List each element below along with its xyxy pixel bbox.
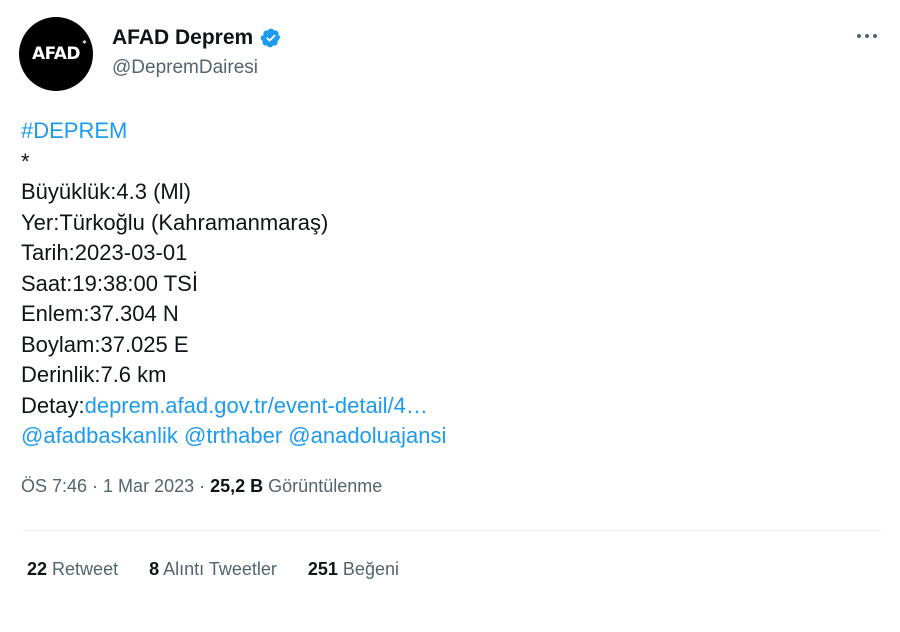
more-options-icon[interactable]: [850, 24, 884, 48]
tweet-time: Saat:19:38:00 TSİ: [21, 270, 198, 296]
quotes-label: Alıntı Tweetler: [163, 559, 277, 579]
tweet-latitude: Enlem:37.304 N: [21, 301, 179, 326]
retweets-label: Retweet: [52, 559, 119, 579]
tweet-magnitude: Büyüklük:4.3 (Ml): [21, 179, 191, 204]
views-label: Görüntülenme: [268, 476, 383, 496]
tweet-stats: 22 Retweet 8 Alıntı Tweetler 251 Beğeni: [27, 559, 430, 580]
divider: [21, 530, 882, 531]
mention-link[interactable]: @trthaber: [184, 423, 282, 448]
mention-link[interactable]: @afadbaskanlik: [21, 423, 178, 448]
tweet-timestamp-time[interactable]: ÖS 7:46: [21, 476, 87, 496]
hashtag-link[interactable]: #DEPREM: [21, 118, 127, 143]
tweet-timestamp-date[interactable]: 1 Mar 2023: [103, 476, 194, 496]
meta-separator: ·: [87, 476, 104, 496]
views-count: 25,2 B: [210, 476, 264, 496]
tweet-depth: Derinlik:7.6 km: [21, 362, 167, 387]
tweet-text: #DEPREM * Büyüklük:4.3 (Ml) Yer:Türkoğlu…: [21, 116, 881, 452]
tweet-meta: ÖS 7:46 · 1 Mar 2023 · 25,2 B Görüntülen…: [21, 476, 382, 497]
quotes-stat[interactable]: 8 Alıntı Tweetler: [149, 559, 277, 580]
avatar-logo-text: AFAD *: [31, 39, 87, 64]
avatar[interactable]: AFAD *: [19, 17, 93, 91]
tweet-longitude: Boylam:37.025 E: [21, 331, 189, 357]
tweet-location: Yer:Türkoğlu (Kahramanmaraş): [21, 209, 329, 235]
likes-count: 251: [307, 559, 338, 579]
author-handle[interactable]: @DepremDairesi: [112, 57, 258, 79]
tweet-detail-label: Detay:: [21, 392, 85, 418]
tweet-star-line: *: [21, 148, 30, 174]
tweet-date: Tarih:2023-03-01: [21, 240, 188, 265]
avatar-logo-mark: *: [82, 39, 87, 48]
quotes-count: 8: [149, 559, 160, 579]
retweets-stat[interactable]: 22 Retweet: [27, 559, 118, 580]
retweets-count: 22: [27, 559, 48, 579]
mention-link[interactable]: @anadoluajansi: [288, 423, 446, 448]
likes-stat[interactable]: 251 Beğeni: [308, 559, 399, 580]
meta-separator: ·: [194, 476, 211, 496]
verified-badge-icon: [260, 28, 281, 48]
author-name-row: AFAD Deprem: [112, 24, 282, 52]
detail-link[interactable]: deprem.afad.gov.tr/event-detail/4…: [85, 393, 428, 418]
likes-label: Beğeni: [342, 559, 399, 579]
tweet-card: AFAD * AFAD Deprem @DepremDairesi #DEPREM…: [0, 0, 900, 632]
author-display-name[interactable]: AFAD Deprem: [112, 26, 253, 50]
